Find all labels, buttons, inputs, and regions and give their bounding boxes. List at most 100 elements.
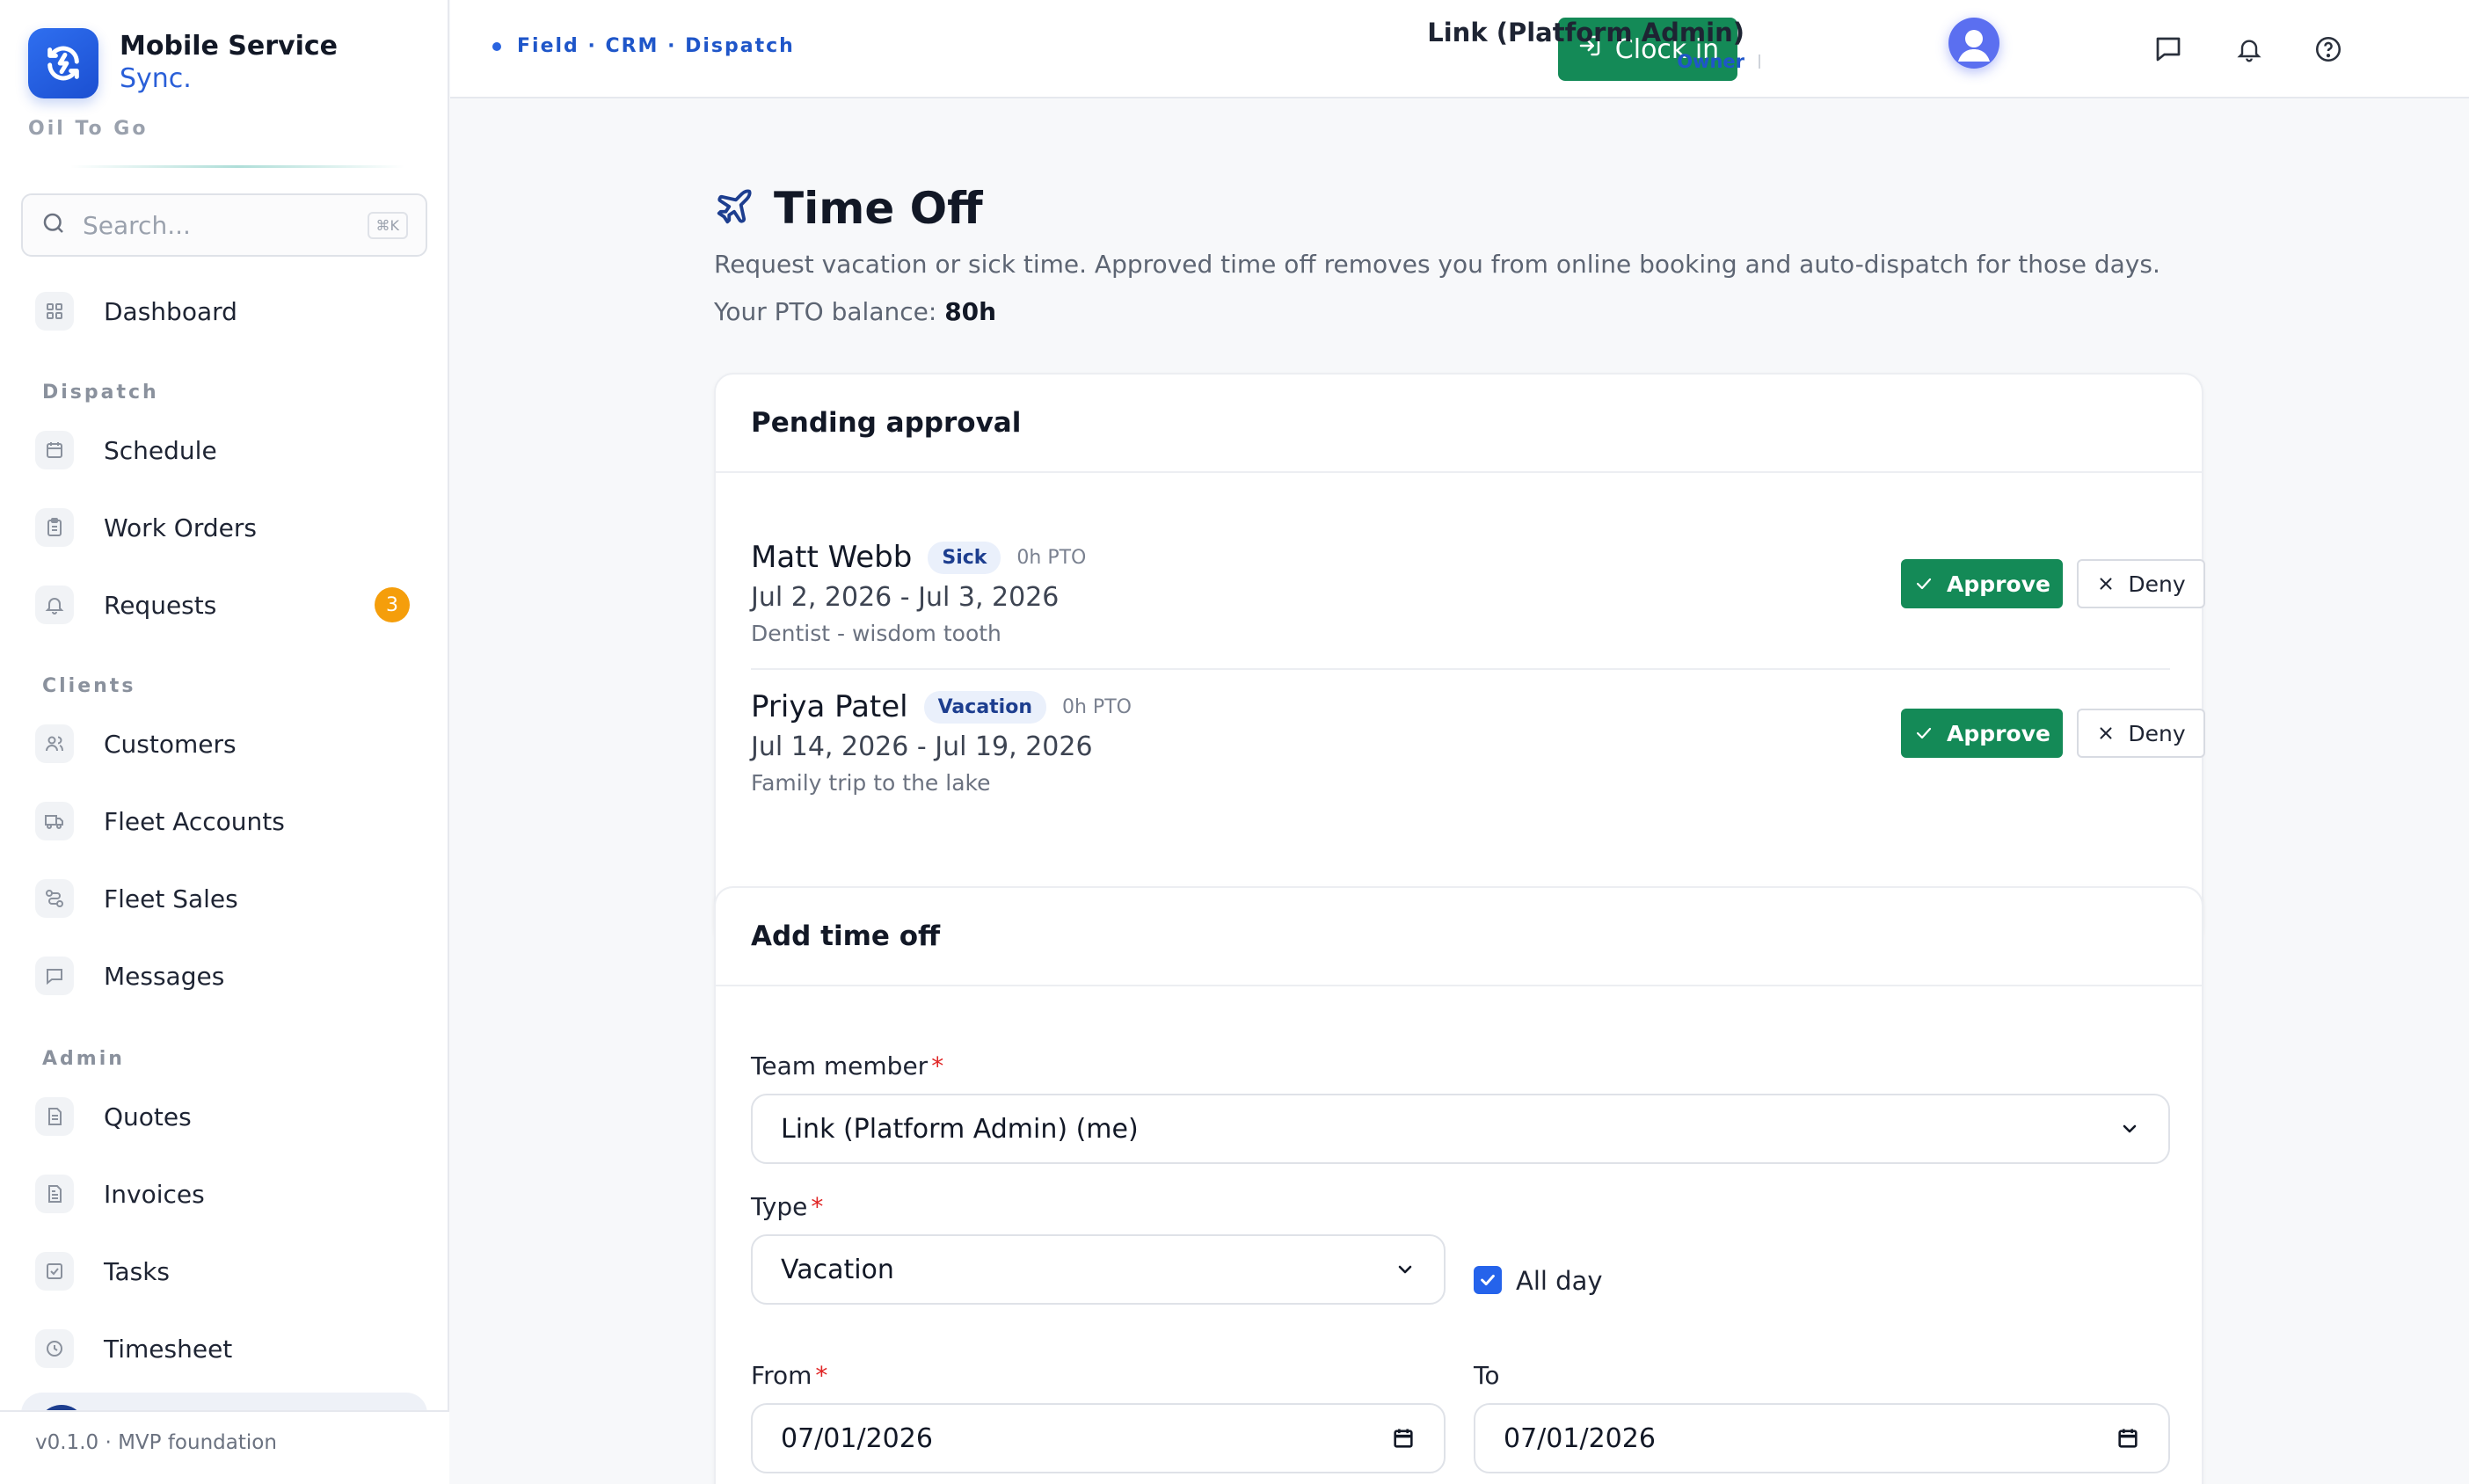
- route-icon: [35, 879, 74, 918]
- brand-subtitle: Sync.: [120, 63, 192, 94]
- request-employee-name: Priya Patel: [751, 689, 908, 724]
- all-day-label[interactable]: All day: [1516, 1266, 1603, 1296]
- checkbox-icon: [35, 1252, 74, 1291]
- request-note: Family trip to the lake: [751, 770, 991, 796]
- help-icon[interactable]: [2307, 28, 2349, 70]
- request-dates: Jul 14, 2026 - Jul 19, 2026: [751, 731, 1093, 762]
- all-day-checkbox[interactable]: [1474, 1266, 1502, 1294]
- sidebar-item-label: Schedule: [104, 435, 217, 465]
- messages-icon[interactable]: [2147, 28, 2189, 70]
- sidebar-item-label: Timesheet: [104, 1334, 233, 1364]
- sidebar-item-label: Messages: [104, 961, 225, 991]
- team-member-value: Link (Platform Admin) (me): [781, 1113, 1139, 1145]
- pto-balance-value: 80h: [944, 297, 997, 326]
- invoice-icon: [35, 1175, 74, 1213]
- users-icon: [35, 724, 74, 763]
- sidebar-item-dashboard[interactable]: Dashboard: [35, 283, 413, 339]
- page-description: Request vacation or sick time. Approved …: [714, 250, 2160, 279]
- top-bar: Field · CRM · Dispatch Clock in Link (Pl…: [450, 0, 2469, 98]
- search-input[interactable]: Search... ⌘K: [21, 193, 427, 257]
- close-icon: [2100, 727, 2112, 739]
- sidebar-item-label: Work Orders: [104, 513, 257, 542]
- to-date-value: 07/01/2026: [1504, 1422, 1656, 1454]
- calendar-icon[interactable]: [1391, 1426, 1416, 1451]
- deny-label: Deny: [2128, 571, 2186, 597]
- from-date-value: 07/01/2026: [781, 1422, 933, 1454]
- add-time-off-title: Add time off: [716, 888, 2202, 986]
- calendar-icon[interactable]: [2116, 1426, 2140, 1451]
- pto-balance-label: Your PTO balance:: [714, 297, 937, 326]
- sidebar-item-fleet-accounts[interactable]: Fleet Accounts: [35, 793, 413, 849]
- sidebar-item-fleet-sales[interactable]: Fleet Sales: [35, 870, 413, 927]
- sidebar-item-requests[interactable]: Requests 3: [35, 577, 413, 633]
- section-label-admin: Admin: [42, 1048, 125, 1070]
- version-footer: v0.1.0 · MVP foundation: [0, 1410, 449, 1484]
- request-note: Dentist - wisdom tooth: [751, 621, 1001, 646]
- sidebar-item-label: Requests: [104, 590, 217, 620]
- request-employee-name: Matt Webb: [751, 540, 913, 575]
- sidebar-item-work-orders[interactable]: Work Orders: [35, 499, 413, 556]
- pto-balance: Your PTO balance: 80h: [714, 297, 996, 326]
- sidebar-item-tasks[interactable]: Tasks: [35, 1243, 413, 1299]
- brand[interactable]: Mobile Service Sync.: [28, 28, 338, 98]
- sidebar-item-quotes[interactable]: Quotes: [35, 1088, 413, 1145]
- from-label: From *: [751, 1361, 827, 1390]
- check-icon: [1481, 1274, 1495, 1286]
- page-title: Time Off: [774, 183, 983, 234]
- from-label-text: From: [751, 1361, 812, 1390]
- avatar[interactable]: [1948, 18, 1999, 69]
- approve-label: Approve: [1947, 720, 2050, 746]
- user-name: Link (Platform Admin): [1427, 18, 1744, 47]
- sidebar-item-label: Fleet Accounts: [104, 806, 285, 836]
- close-icon: [2100, 578, 2112, 590]
- team-member-label: Team member *: [751, 1051, 943, 1080]
- approve-label: Approve: [1947, 571, 2050, 597]
- section-label-dispatch: Dispatch: [42, 382, 159, 404]
- calendar-icon: [35, 431, 74, 469]
- required-mark: *: [815, 1361, 828, 1390]
- truck-icon: [35, 802, 74, 840]
- brand-name: Mobile Service: [120, 31, 339, 62]
- user-role: Owner: [1677, 51, 1744, 72]
- sidebar-item-label: Quotes: [104, 1102, 192, 1131]
- deny-button[interactable]: Deny: [2077, 709, 2205, 758]
- to-date-input[interactable]: 07/01/2026: [1474, 1403, 2170, 1473]
- sidebar-item-label: Invoices: [104, 1179, 205, 1209]
- check-icon: [1916, 727, 1932, 739]
- pending-approval-title: Pending approval: [716, 375, 2202, 473]
- chevron-down-icon: [1398, 1265, 1412, 1274]
- search-icon: [40, 210, 67, 240]
- search-shortcut: ⌘K: [367, 211, 408, 239]
- topbar-divider: [1759, 55, 1760, 69]
- requests-count-badge: 3: [375, 587, 410, 622]
- breadcrumb-text: Field · CRM · Dispatch: [517, 35, 795, 57]
- airplane-icon: [714, 186, 754, 230]
- to-label: To: [1474, 1361, 1500, 1390]
- request-type-badge: Vacation: [923, 690, 1046, 724]
- type-label: Type *: [751, 1192, 823, 1221]
- required-mark: *: [811, 1192, 824, 1221]
- chevron-down-icon: [2123, 1124, 2137, 1133]
- sidebar-item-messages[interactable]: Messages: [35, 948, 413, 1004]
- sidebar-item-timesheet[interactable]: Timesheet: [35, 1320, 413, 1377]
- deny-button[interactable]: Deny: [2077, 559, 2205, 608]
- breadcrumb-dot-icon: [492, 41, 501, 51]
- request-type-badge: Sick: [928, 541, 1001, 574]
- sidebar-item-label: Fleet Sales: [104, 884, 238, 913]
- sidebar-item-customers[interactable]: Customers: [35, 716, 413, 772]
- user-menu[interactable]: Link (Platform Admin) Owner: [1427, 18, 1744, 72]
- brand-divider: [70, 165, 404, 168]
- sidebar-item-schedule[interactable]: Schedule: [35, 422, 413, 478]
- sidebar-item-invoices[interactable]: Invoices: [35, 1166, 413, 1222]
- document-icon: [35, 1097, 74, 1136]
- approve-button[interactable]: Approve: [1901, 559, 2063, 608]
- from-date-input[interactable]: 07/01/2026: [751, 1403, 1446, 1473]
- check-icon: [1916, 578, 1932, 590]
- team-member-select[interactable]: Link (Platform Admin) (me): [751, 1094, 2170, 1164]
- required-mark: *: [931, 1051, 944, 1080]
- type-select[interactable]: Vacation: [751, 1234, 1446, 1305]
- approve-button[interactable]: Approve: [1901, 709, 2063, 758]
- notifications-bell-icon[interactable]: [2228, 28, 2270, 70]
- clipboard-icon: [35, 508, 74, 547]
- request-pto-hours: 0h PTO: [1016, 546, 1087, 569]
